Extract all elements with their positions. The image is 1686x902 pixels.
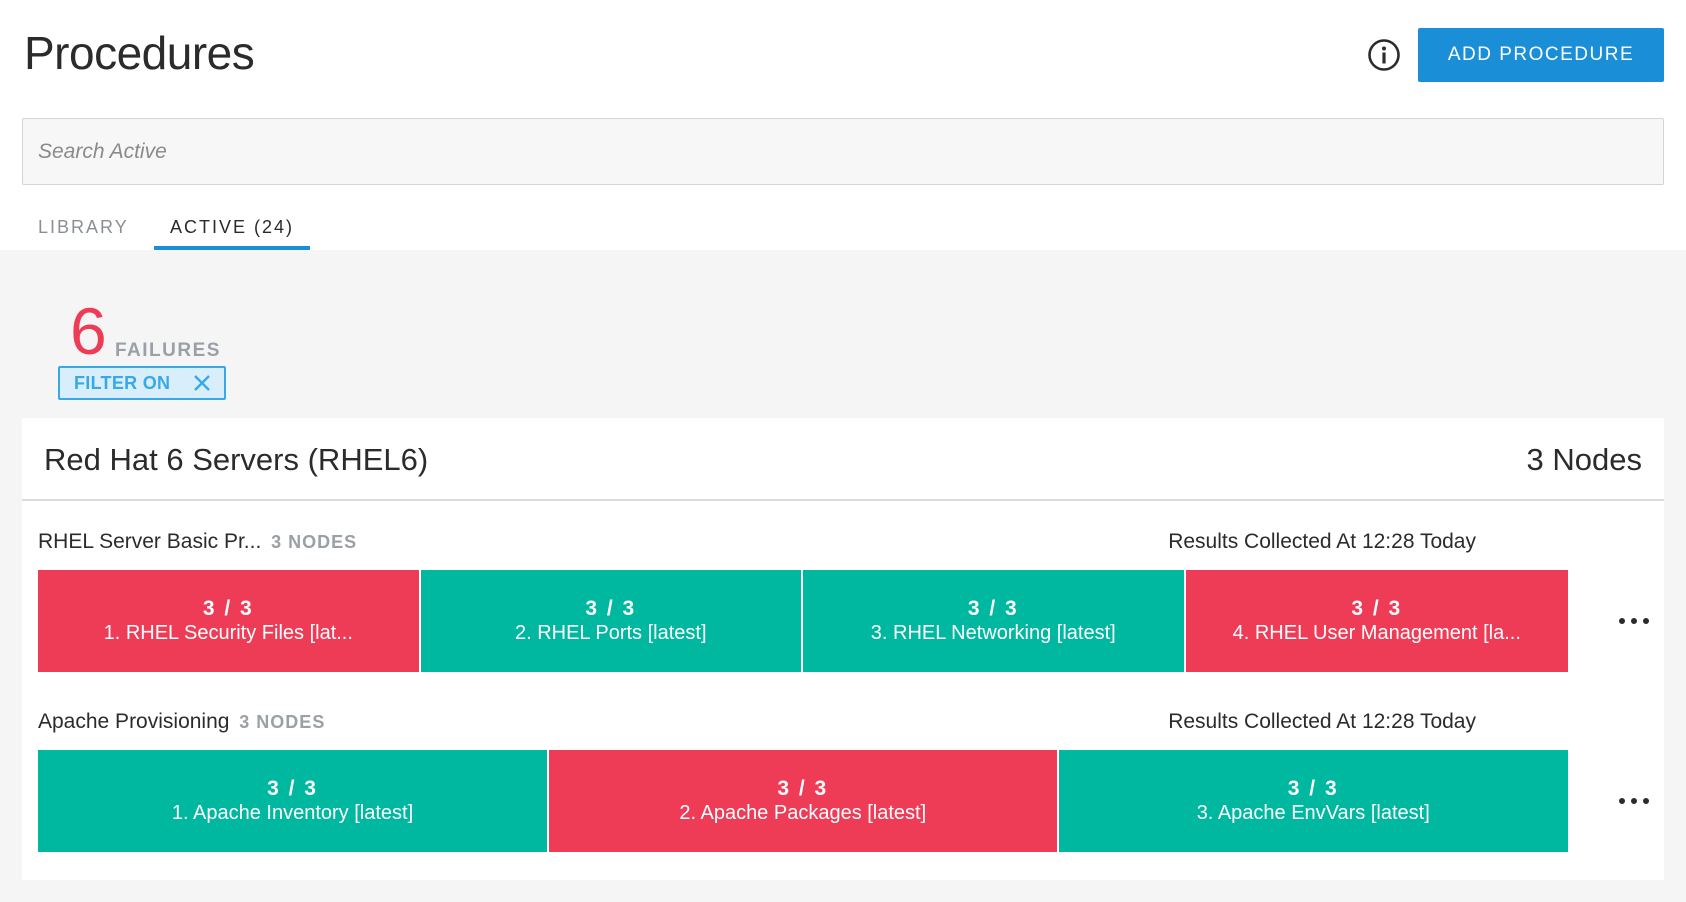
results-collected: Results Collected At 12:28 Today [1168,530,1476,553]
step-count: 3 / 3 [202,597,254,620]
step-label: 1. Apache Inventory [latest] [171,802,414,824]
step-segment[interactable]: 3 / 3 1. Apache Inventory [latest] [38,750,550,852]
step-label: 2. RHEL Ports [latest] [514,622,707,644]
step-segment[interactable]: 3 / 3 3. RHEL Networking [latest] [803,570,1186,672]
step-segment[interactable]: 3 / 3 1. RHEL Security Files [lat... [38,570,421,672]
procedure-name: RHEL Server Basic Pr... 3 NODES [38,530,357,554]
step-label: 3. RHEL Networking [latest] [870,622,1116,644]
page-header: Procedures ADD PROCEDURE LIBRARY ACTIVE … [0,0,1686,250]
step-segment[interactable]: 3 / 3 2. RHEL Ports [latest] [420,570,803,672]
close-icon[interactable] [192,373,212,393]
procedure-node-count: 3 NODES [239,712,326,732]
add-procedure-button[interactable]: ADD PROCEDURE [1418,28,1664,82]
procedure-name: Apache Provisioning 3 NODES [38,710,325,734]
step-segment[interactable]: 3 / 3 4. RHEL User Management [la... [1185,570,1568,672]
group-node-count: 3 Nodes [1526,442,1642,477]
info-icon[interactable] [1367,38,1401,72]
group-card: Red Hat 6 Servers (RHEL6) 3 Nodes RHEL S… [22,418,1664,880]
procedure-title: RHEL Server Basic Pr... [38,530,262,553]
step-count: 3 / 3 [267,777,318,800]
tab-active[interactable]: ACTIVE (24) [154,205,311,250]
filter-label: FILTER ON [74,372,171,393]
step-label: 4. RHEL User Management [la... [1232,622,1521,644]
step-count: 3 / 3 [1287,777,1339,800]
procedure-steps-bar: 3 / 3 1. RHEL Security Files [lat... 3 /… [38,570,1568,672]
step-segment[interactable]: 3 / 3 2. Apache Packages [latest] [549,750,1059,852]
step-label: 2. Apache Packages [latest] [679,802,927,824]
step-count: 3 / 3 [967,597,1019,620]
failures-count: 6 [70,294,107,368]
step-count: 3 / 3 [585,597,637,620]
filter-on-chip[interactable]: FILTER ON [58,366,226,400]
procedure-node-count: 3 NODES [271,532,358,552]
more-icon[interactable] [1612,606,1656,636]
procedure-title: Apache Provisioning [38,710,230,733]
step-segment[interactable]: 3 / 3 3. Apache EnvVars [latest] [1058,750,1568,852]
more-icon[interactable] [1612,786,1656,816]
page-title: Procedures [24,27,255,79]
group-title: Red Hat 6 Servers (RHEL6) [44,442,429,477]
step-label: 3. Apache EnvVars [latest] [1196,802,1430,824]
failures-label: FAILURES [115,340,221,361]
tab-library[interactable]: LIBRARY [22,205,145,250]
procedure-steps-bar: 3 / 3 1. Apache Inventory [latest] 3 / 3… [38,750,1568,852]
search-input[interactable] [22,118,1664,185]
results-collected: Results Collected At 12:28 Today [1168,710,1476,733]
step-count: 3 / 3 [1351,597,1403,620]
group-header: Red Hat 6 Servers (RHEL6) 3 Nodes [22,418,1664,501]
step-count: 3 / 3 [777,777,829,800]
step-label: 1. RHEL Security Files [lat... [103,622,353,644]
